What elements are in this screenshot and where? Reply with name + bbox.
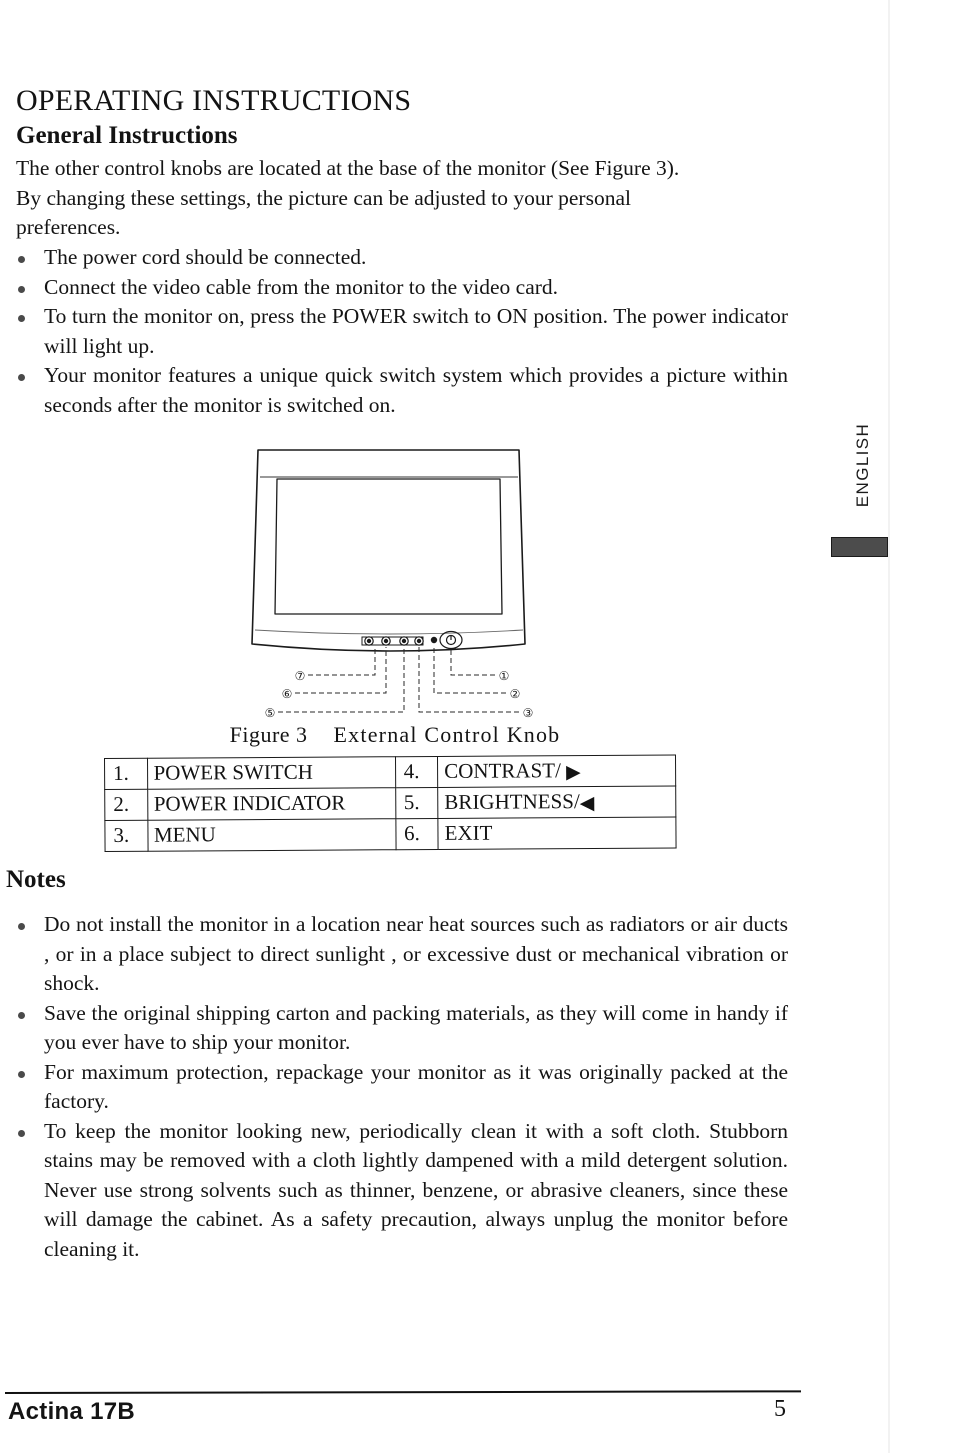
row-label-right-text: CONTRAST/ [444,757,561,783]
row-label-left: POWER INDICATOR [147,787,396,821]
bullet-text: To keep the monitor looking new, periodi… [44,1118,788,1261]
row-number-left: 1. [104,758,148,790]
row-label-right-text: EXIT [444,820,493,845]
figure-monitor-diagram: ⑦ ⑥ ⑤ ① ② ③ [238,444,538,722]
row-number-right: 4. [395,756,438,788]
bullet-text: To turn the monitor on, press the POWER … [44,304,788,358]
list-item: Your monitor features a unique quick swi… [16,361,788,420]
row-label-right: CONTRAST/ ▶ [437,755,676,788]
bullet-text: Save the original shipping carton and pa… [44,1000,788,1055]
svg-text:①: ① [499,669,510,683]
bullet-text: Your monitor features a unique quick swi… [44,363,788,417]
row-number-left: 3. [104,820,148,852]
bullet-text: The power cord should be connected. [44,245,367,269]
figure-caption-title: External Control Knob [333,722,561,747]
figure-caption: Figure 3 External Control Knob [0,722,790,748]
section-heading-notes: Notes [6,866,66,893]
row-label-right-text: BRIGHTNESS/ [444,788,580,814]
row-label-right: EXIT [437,817,677,850]
list-item: For maximum protection, repackage your m… [16,1058,788,1117]
intro-line-3: preferences. [16,215,121,239]
row-number-right: 5. [395,787,438,819]
intro-paragraph: The other control knobs are located at t… [16,154,788,243]
row-label-right: BRIGHTNESS/◀ [437,786,676,819]
list-item: To keep the monitor looking new, periodi… [16,1117,788,1265]
table-row: 3. MENU 6. EXIT [104,817,677,852]
intro-line-2: By changing these settings, the picture … [16,185,631,210]
row-label-left: MENU [147,818,396,852]
bullet-text: Do not install the monitor in a location… [44,912,788,995]
row-label-left: POWER SWITCH [147,756,396,790]
svg-text:⑥: ⑥ [282,687,293,701]
footer-divider [5,1390,802,1394]
footer-product-name: Actina 17B [8,1398,136,1425]
svg-text:⑦: ⑦ [295,669,306,683]
list-item: Save the original shipping carton and pa… [16,999,788,1058]
page-title: OPERATING INSTRUCTIONS [16,84,412,117]
triangle-right-icon: ▶ [566,761,581,783]
intro-line-1: The other control knobs are located at t… [16,156,680,180]
row-number-right: 6. [395,818,439,850]
svg-text:②: ② [510,687,521,701]
bullet-text: Connect the video cable from the monitor… [44,274,559,299]
table-row: 1. POWER SWITCH 4. CONTRAST/ ▶ [104,755,676,790]
list-item: The power cord should be connected. [16,243,788,273]
svg-text:③: ③ [523,706,534,720]
margin-tab-bar [831,537,888,557]
margin-language-label: ENGLISH [853,422,872,508]
list-item: To turn the monitor on, press the POWER … [16,302,788,361]
section-heading-general: General Instructions [16,122,238,149]
notes-list: Do not install the monitor in a location… [16,910,788,1264]
general-instructions-list: The power cord should be connected. Conn… [16,243,788,420]
triangle-left-icon: ◀ [579,792,595,814]
bullet-text: For maximum protection, repackage your m… [44,1059,788,1114]
table-row: 2. POWER INDICATOR 5. BRIGHTNESS/◀ [104,786,676,821]
svg-text:⑤: ⑤ [265,706,276,720]
figure-caption-number: Figure 3 [229,722,308,747]
list-item: Do not install the monitor in a location… [16,910,788,999]
list-item: Connect the video cable from the monitor… [16,273,788,303]
footer-page-number: 5 [774,1396,786,1422]
row-number-left: 2. [104,789,148,821]
document-page: OPERATING INSTRUCTIONS General Instructi… [0,0,960,1453]
control-knob-table: 1. POWER SWITCH 4. CONTRAST/ ▶ 2. POWER … [104,755,677,852]
